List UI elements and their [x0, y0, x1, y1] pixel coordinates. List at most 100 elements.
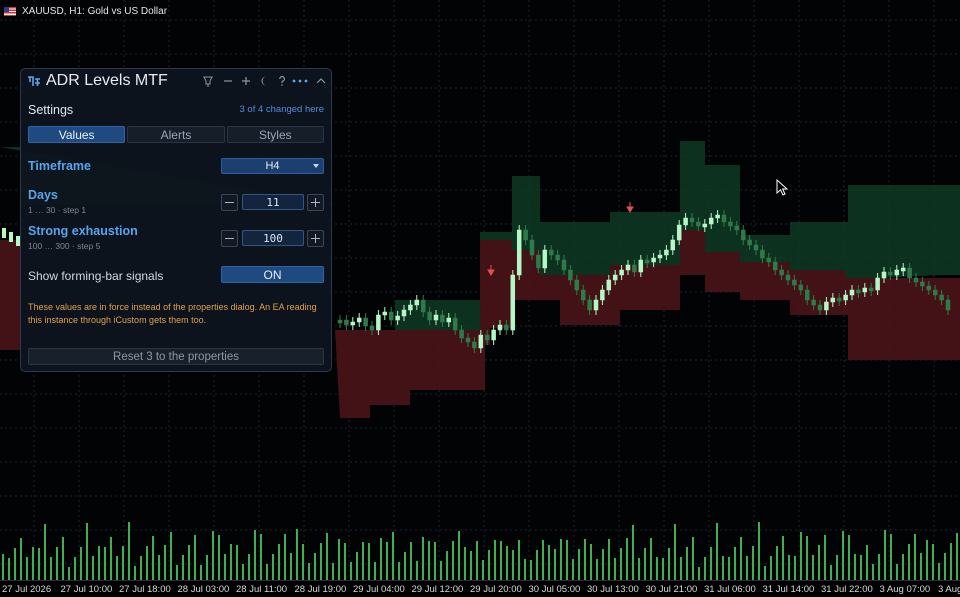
volume-bar [650, 538, 652, 580]
volume-bar [866, 545, 868, 580]
volume-bar [608, 539, 610, 580]
time-axis-label: 30 Jul 21:00 [645, 584, 698, 595]
candle [388, 311, 394, 321]
volume-bar [842, 531, 844, 580]
tab-alerts[interactable]: Alerts [127, 126, 225, 143]
chart-window[interactable]: XAUUSD, H1: Gold vs US Dollar 27 Jul 202… [0, 0, 960, 597]
volume-bar [620, 548, 622, 580]
exhaustion-increment-button[interactable] [307, 230, 324, 247]
pin-icon[interactable] [202, 74, 214, 88]
candle [849, 289, 855, 296]
days-label: Days [28, 188, 58, 202]
volume-bar [656, 557, 658, 580]
volume-bar [878, 554, 880, 580]
volume-bar [482, 560, 484, 580]
candle [369, 325, 375, 331]
candle [702, 223, 708, 228]
volume-bar [770, 556, 772, 580]
volume-bar [524, 559, 526, 580]
minimize-icon[interactable] [222, 74, 234, 88]
volume-bar [680, 557, 682, 580]
time-axis-label: 29 Jul 04:00 [353, 584, 405, 595]
volume-bar [710, 547, 712, 580]
panel-titlebar[interactable]: ADR Levels MTF [21, 69, 331, 95]
volume-bar [128, 522, 130, 580]
volume-bar [812, 555, 814, 580]
exhaustion-input[interactable]: 100 [242, 230, 304, 246]
volume-bar [668, 548, 670, 580]
tab-values[interactable]: Values [28, 126, 126, 143]
volume-bar [890, 534, 892, 580]
time-axis-label: 31 Jul 22:00 [821, 584, 873, 595]
candle [779, 269, 784, 276]
candle [689, 217, 695, 223]
volume-bar [536, 550, 538, 580]
exhaustion-decrement-button[interactable] [221, 230, 238, 247]
volume-bar [572, 559, 574, 580]
candle [536, 254, 541, 269]
settings-panel[interactable]: ADR Levels MTF Settings 3 of 4 changed h… [20, 68, 332, 372]
volume-bar [632, 525, 634, 580]
volume-bar [278, 544, 280, 580]
reset-button[interactable]: Reset 3 to the properties [28, 348, 324, 365]
days-increment-button[interactable] [307, 194, 324, 211]
time-axis-label: 28 Jul 19:00 [294, 584, 347, 595]
volume-bar [920, 553, 922, 580]
help-icon[interactable] [276, 74, 288, 88]
candle [337, 319, 343, 324]
volume-bar [122, 546, 124, 580]
moon-icon[interactable] [258, 74, 270, 88]
volume-bar [254, 530, 256, 580]
volume-bar [446, 551, 448, 580]
volume-bar [134, 566, 136, 580]
volume-bar [68, 567, 70, 580]
candle [894, 269, 900, 276]
candle [452, 317, 458, 331]
candle [420, 299, 426, 313]
volume-bar [734, 547, 736, 580]
volume-bar [350, 562, 352, 580]
plus-icon[interactable] [240, 74, 252, 88]
volume-bar [614, 558, 616, 580]
candle [497, 324, 503, 331]
volume-bar [146, 546, 148, 580]
days-input[interactable]: 11 [242, 194, 304, 210]
volume-bar [272, 554, 274, 580]
volume-bar [836, 555, 838, 580]
volume-bar [638, 558, 640, 580]
candle [664, 249, 669, 256]
candle [9, 232, 13, 242]
candle [753, 244, 759, 251]
days-decrement-button[interactable] [221, 194, 238, 211]
candle [548, 249, 554, 256]
volume-bar [860, 555, 862, 580]
candle [907, 267, 912, 279]
volume-bar [74, 557, 76, 580]
volume-bar [716, 523, 718, 580]
candle [414, 299, 420, 306]
volume-bar [728, 557, 730, 580]
collapse-icon[interactable] [315, 74, 327, 88]
volume-bar [578, 549, 580, 580]
volume-bar [944, 553, 946, 580]
candle [561, 259, 567, 271]
volume-bar [320, 543, 322, 580]
volume-bar [554, 549, 556, 580]
volume-bar [44, 524, 46, 580]
more-icon[interactable] [291, 74, 309, 88]
volume-bar [416, 561, 418, 580]
tab-styles[interactable]: Styles [226, 126, 324, 143]
volume-bar [806, 536, 808, 580]
signals-toggle[interactable]: ON [221, 266, 324, 283]
volume-bar [854, 554, 856, 580]
timeframe-select[interactable]: H4 [221, 158, 324, 174]
time-axis-label: 27 Jul 2026 [2, 584, 52, 595]
time-axis[interactable]: 27 Jul 2026 27 Jul 10:00 27 Jul 18:00 28 Ju… [0, 580, 960, 597]
volume-bar [938, 563, 940, 580]
volume-bar [896, 564, 898, 580]
volume-bar [512, 550, 514, 580]
time-axis-label: 31 Jul 14:00 [762, 584, 815, 595]
candle [408, 304, 413, 311]
changed-count: 3 of 4 changed here [239, 104, 324, 115]
volume-bar [788, 555, 790, 580]
